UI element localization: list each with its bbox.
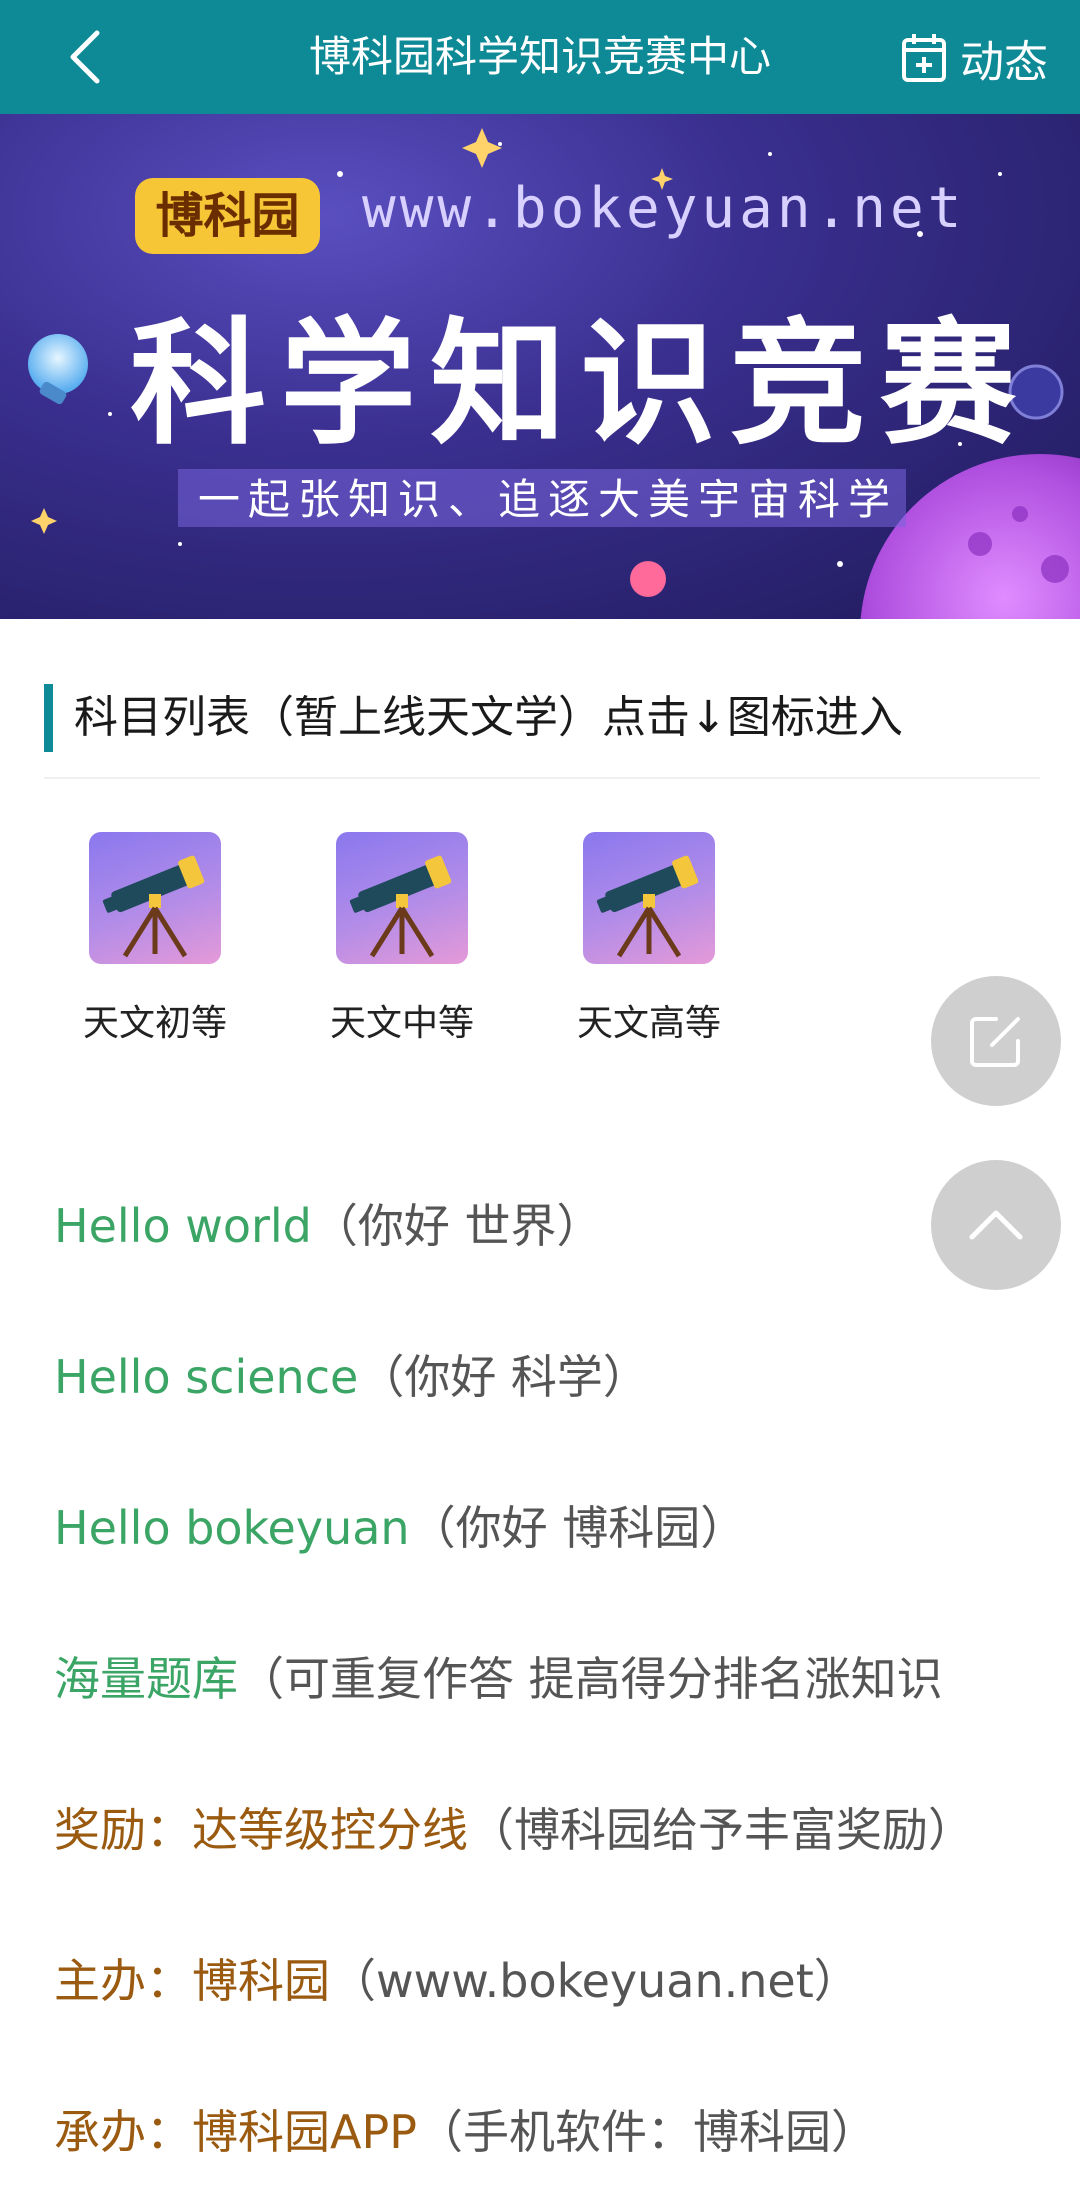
back-button[interactable] bbox=[50, 22, 120, 92]
top-app-bar: 博科园科学知识竞赛中心 动态 bbox=[0, 0, 1080, 114]
banner-slogan: 一起张知识、追逐大美宇宙科学 bbox=[197, 475, 898, 524]
edit-icon bbox=[970, 1017, 1020, 1067]
section-title: 科目列表（暂上线天文学）点击↓图标进入 bbox=[74, 692, 903, 743]
info-line-hello-world: Hello world（你好 世界） bbox=[54, 1196, 603, 1256]
info-line-host: 承办：博科园APP（手机软件：博科园） bbox=[54, 2102, 877, 2162]
subject-label: 天文初等 bbox=[82, 1003, 227, 1044]
calendar-add-icon bbox=[902, 34, 946, 82]
info-lead: Hello bokeyuan bbox=[54, 1501, 410, 1555]
info-line-organizer: 主办：博科园（www.bokeyuan.net） bbox=[54, 1951, 860, 2011]
scroll-to-top-button[interactable] bbox=[931, 1160, 1061, 1290]
subject-astronomy-intermediate[interactable]: 天文中等 bbox=[312, 832, 492, 1052]
page-title: 博科园科学知识竞赛中心 bbox=[308, 32, 771, 81]
info-rest: （可重复作答 提高得分排名涨知识 bbox=[238, 1652, 943, 1706]
info-line-reward: 奖励：达等级控分线（博科园给予丰富奖励） bbox=[54, 1800, 974, 1860]
info-rest: （你好 世界） bbox=[311, 1199, 603, 1253]
subject-astronomy-beginner[interactable]: 天文初等 bbox=[65, 832, 245, 1052]
subject-list-header: 科目列表（暂上线天文学）点击↓图标进入 bbox=[44, 682, 1040, 782]
info-rest: （你好 科学） bbox=[358, 1350, 649, 1404]
info-lead: 承办：博科园APP bbox=[54, 2105, 417, 2159]
info-line-question-bank: 海量题库（可重复作答 提高得分排名涨知识 bbox=[54, 1649, 943, 1709]
info-line-hello-science: Hello science（你好 科学） bbox=[54, 1347, 649, 1407]
info-rest: （www.bokeyuan.net） bbox=[330, 1954, 860, 2008]
page: 博科园科学知识竞赛中心 动态 博科园 www.bokeyuan.net 科学知识… bbox=[0, 0, 1080, 2201]
divider bbox=[44, 777, 1040, 779]
subject-label: 天文高等 bbox=[576, 1003, 721, 1044]
info-line-hello-bokeyuan: Hello bokeyuan（你好 博科园） bbox=[54, 1498, 746, 1558]
subject-astronomy-advanced[interactable]: 天文高等 bbox=[559, 832, 739, 1052]
edit-fab[interactable] bbox=[931, 976, 1061, 1106]
info-lead: Hello world bbox=[54, 1199, 312, 1253]
contest-banner[interactable]: 博科园 www.bokeyuan.net 科学知识竞赛 一起张知识、追逐大美宇宙… bbox=[0, 114, 1080, 619]
dynamics-button[interactable]: 动态 bbox=[900, 28, 1048, 88]
section-accent-bar bbox=[44, 684, 53, 752]
chevron-left-icon bbox=[70, 30, 100, 84]
info-rest: （你好 博科园） bbox=[409, 1501, 747, 1555]
info-lead: 主办：博科园 bbox=[54, 1954, 330, 2008]
telescope-icon bbox=[89, 832, 221, 964]
subject-label: 天文中等 bbox=[329, 1003, 474, 1044]
info-rest: （手机软件：博科园） bbox=[416, 2105, 877, 2159]
chevron-up-icon bbox=[969, 1210, 1023, 1240]
brand-badge: 博科园 bbox=[135, 178, 320, 254]
info-lead: 奖励：达等级控分线 bbox=[54, 1803, 468, 1857]
banner-headline: 科学知识竞赛 bbox=[130, 306, 1030, 464]
telescope-icon bbox=[336, 832, 468, 964]
dynamics-label: 动态 bbox=[960, 37, 1048, 88]
info-rest: （博科园给予丰富奖励） bbox=[468, 1803, 974, 1857]
banner-url: www.bokeyuan.net bbox=[362, 176, 966, 241]
info-lead: 海量题库 bbox=[54, 1652, 238, 1706]
info-lead: Hello science bbox=[54, 1350, 359, 1404]
telescope-icon bbox=[583, 832, 715, 964]
